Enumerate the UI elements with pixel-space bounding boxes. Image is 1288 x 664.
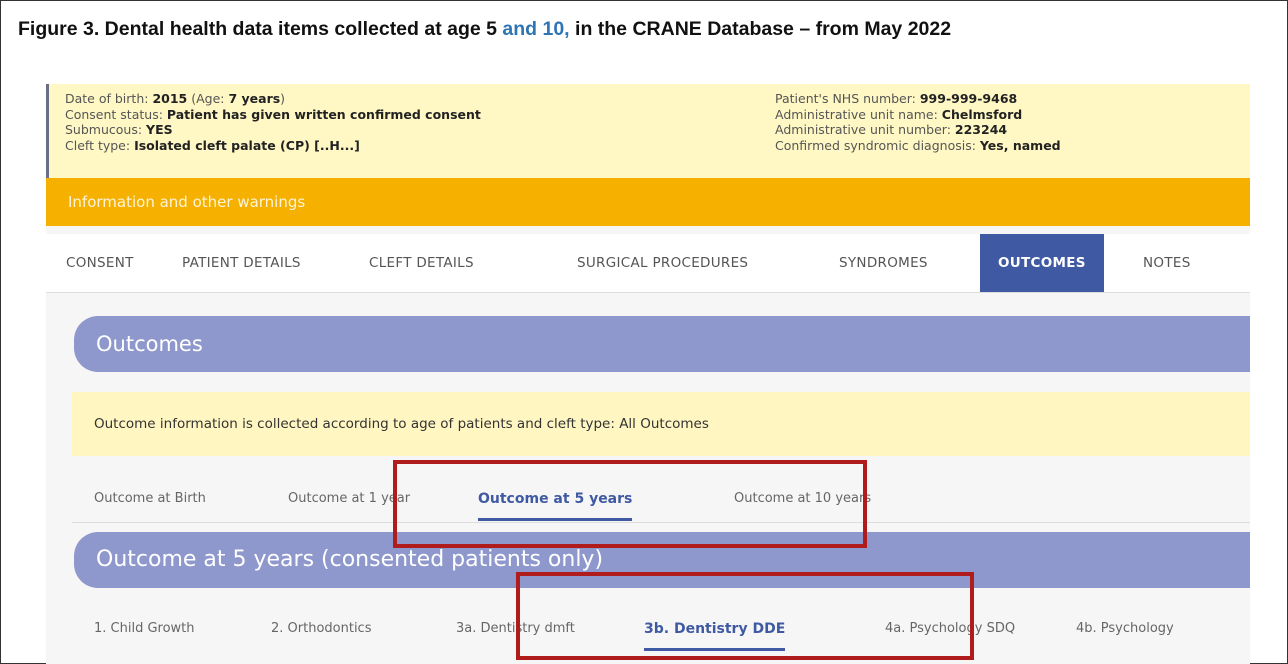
outcomes-header: Outcomes bbox=[74, 316, 1250, 372]
consent-value: Patient has given written confirmed cons… bbox=[166, 106, 481, 122]
figure-title-highlight: and 10, bbox=[502, 18, 570, 40]
tab-patient-details[interactable]: PATIENT DETAILS bbox=[182, 234, 301, 292]
tab-child-growth[interactable]: 1. Child Growth bbox=[94, 608, 195, 650]
tab-outcome-birth[interactable]: Outcome at Birth bbox=[94, 478, 206, 520]
tab-surgical-procedures[interactable]: SURGICAL PROCEDURES bbox=[577, 234, 748, 292]
cleft-type-label: Cleft type: bbox=[65, 137, 135, 153]
consent-line: Consent status: Patient has given writte… bbox=[65, 107, 481, 123]
unit-number-label: Administrative unit number: bbox=[775, 122, 955, 137]
age-label: (Age: bbox=[187, 91, 229, 106]
submucous-label: Submucous: bbox=[65, 122, 147, 137]
dob-line: Date of birth: 2015 (Age: 7 years) bbox=[65, 91, 481, 107]
unit-name-line: Administrative unit name: Chelmsford bbox=[775, 107, 1061, 123]
highlight-box-dentistry-tabs bbox=[516, 572, 974, 660]
unit-number-line: Administrative unit number: 223244 bbox=[775, 122, 1061, 138]
consent-label: Consent status: bbox=[65, 106, 167, 122]
highlight-box-age-tabs bbox=[393, 460, 867, 548]
patient-info-right: Patient's NHS number: 999-999-9468 Admin… bbox=[775, 91, 1061, 153]
main-nav: CONSENT PATIENT DETAILS CLEFT DETAILS SU… bbox=[46, 234, 1250, 293]
unit-name-label: Administrative unit name: bbox=[775, 106, 942, 122]
age-suffix: ) bbox=[280, 91, 286, 106]
figure-title-part3: in the CRANE Database – from May 2022 bbox=[569, 18, 952, 40]
tab-orthodontics[interactable]: 2. Orthodontics bbox=[271, 608, 371, 650]
tab-syndromes[interactable]: SYNDROMES bbox=[839, 234, 928, 292]
cleft-type-value: Isolated cleft palate (CP) [..H...] bbox=[134, 137, 360, 153]
figure-title-part1: Figure 3. Dental health data items colle… bbox=[18, 18, 503, 40]
dob-value: 2015 bbox=[152, 91, 188, 106]
figure-title: Figure 3. Dental health data items colle… bbox=[18, 18, 951, 41]
syndromic-label: Confirmed syndromic diagnosis: bbox=[775, 137, 980, 153]
warnings-bar[interactable]: Information and other warnings bbox=[46, 178, 1250, 226]
nhs-value: 999-999-9468 bbox=[919, 91, 1018, 106]
outcomes-info-banner: Outcome information is collected accordi… bbox=[72, 392, 1250, 456]
tab-notes[interactable]: NOTES bbox=[1143, 234, 1191, 292]
patient-info-panel: Date of birth: 2015 (Age: 7 years) Conse… bbox=[46, 84, 1250, 178]
patient-info-left: Date of birth: 2015 (Age: 7 years) Conse… bbox=[65, 91, 481, 153]
dob-label: Date of birth: bbox=[65, 91, 153, 106]
syndromic-value: Yes, named bbox=[979, 137, 1061, 153]
submucous-line: Submucous: YES bbox=[65, 122, 481, 138]
submucous-value: YES bbox=[146, 122, 173, 137]
cleft-type-line: Cleft type: Isolated cleft palate (CP) [… bbox=[65, 138, 481, 154]
nhs-label: Patient's NHS number: bbox=[775, 91, 920, 106]
age-value: 7 years bbox=[228, 91, 281, 106]
unit-name-value: Chelmsford bbox=[941, 106, 1023, 122]
tab-consent[interactable]: CONSENT bbox=[66, 234, 134, 292]
tab-psychology[interactable]: 4b. Psychology bbox=[1076, 608, 1174, 650]
unit-number-value: 223244 bbox=[954, 122, 1008, 137]
tab-outcome-1-year[interactable]: Outcome at 1 year bbox=[288, 478, 410, 520]
syndromic-line: Confirmed syndromic diagnosis: Yes, name… bbox=[775, 138, 1061, 154]
tab-cleft-details[interactable]: CLEFT DETAILS bbox=[369, 234, 474, 292]
nhs-line: Patient's NHS number: 999-999-9468 bbox=[775, 91, 1061, 107]
tab-outcomes[interactable]: OUTCOMES bbox=[980, 234, 1104, 292]
